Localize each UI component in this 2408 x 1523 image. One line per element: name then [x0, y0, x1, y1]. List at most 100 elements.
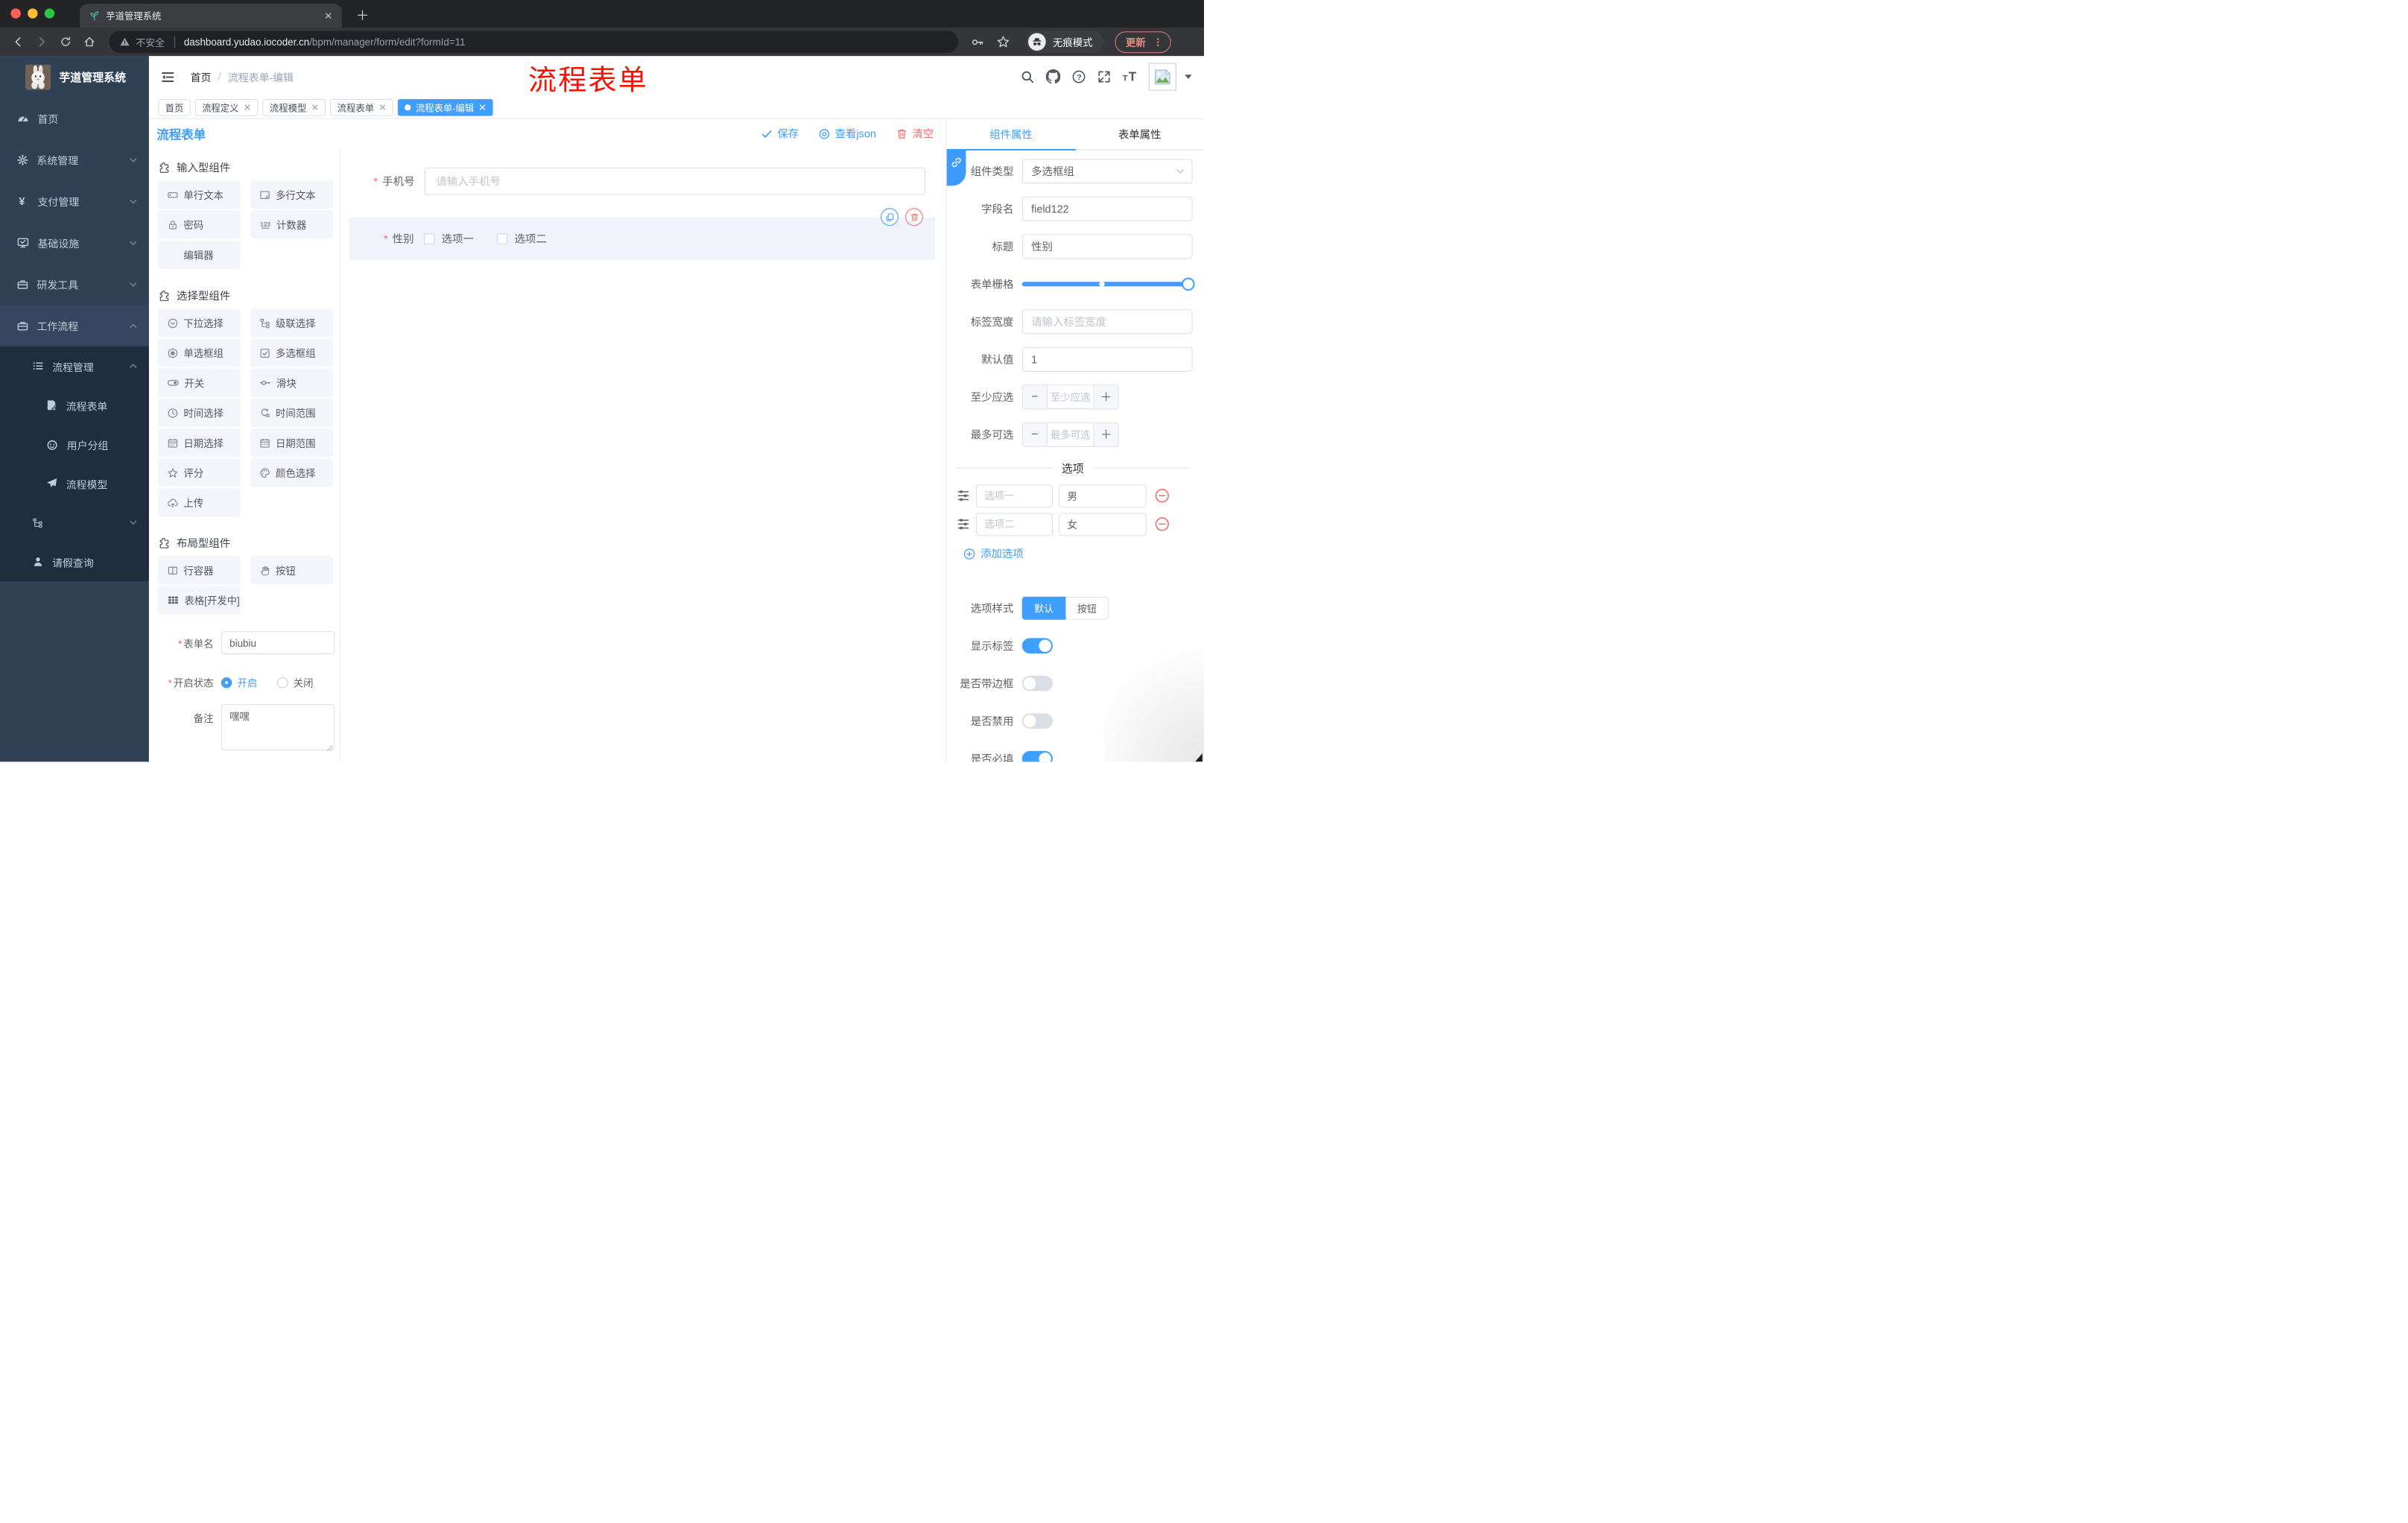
chip-date[interactable]: 日期选择 — [158, 428, 241, 457]
browser-tab[interactable]: 芋道管理系统 ✕ — [80, 4, 342, 28]
tag-process-definition[interactable]: 流程定义 ✕ — [194, 98, 259, 116]
tab-close-icon[interactable]: ✕ — [324, 10, 332, 22]
tag-process-model[interactable]: 流程模型 ✕ — [262, 98, 326, 116]
checkbox[interactable] — [496, 232, 508, 244]
tab-component-props[interactable]: 组件属性 — [946, 119, 1076, 151]
update-button[interactable]: 更新 — [1115, 31, 1171, 53]
sidebar-item-home[interactable]: 首页 — [0, 98, 149, 139]
chip-multi-text[interactable]: 多行文本 — [250, 180, 334, 209]
chip-row-container[interactable]: 行容器 — [158, 556, 241, 585]
sidebar-item-workflow[interactable]: 工作流程 — [0, 305, 149, 346]
form-remark-textarea[interactable]: 嘿嘿 — [221, 704, 335, 750]
sidebar-item-devtools[interactable]: 研发工具 — [0, 263, 149, 305]
status-on-radio[interactable]: 开启 — [221, 675, 257, 690]
font-size-icon[interactable] — [1123, 69, 1138, 84]
chip-counter[interactable]: 计数器 — [250, 210, 334, 239]
slider-thumb[interactable] — [1182, 277, 1195, 291]
label-width-input[interactable] — [1021, 308, 1193, 334]
chip-cascade[interactable]: 级联选择 — [250, 308, 334, 338]
decrease-button[interactable]: − — [1022, 384, 1047, 408]
sidebar-item-infra[interactable]: 基础设施 — [0, 222, 149, 264]
sidebar-item-payment[interactable]: 支付管理 — [0, 180, 149, 222]
new-tab-button[interactable]: ＋ — [353, 4, 372, 23]
window-controls[interactable] — [10, 8, 55, 19]
help-icon[interactable] — [1072, 69, 1086, 83]
gender-option-1-checkbox[interactable]: 选项一 — [423, 231, 474, 247]
chip-upload[interactable]: 上传 — [158, 488, 241, 517]
github-icon[interactable] — [1046, 69, 1061, 84]
close-icon[interactable]: ✕ — [478, 103, 486, 112]
maximize-window-button[interactable] — [44, 8, 55, 19]
home-button[interactable] — [79, 32, 99, 52]
increase-button[interactable]: ＋ — [1094, 422, 1118, 446]
chip-select[interactable]: 下拉选择 — [158, 308, 241, 338]
chip-single-text[interactable]: 单行文本 — [158, 180, 241, 209]
fullscreen-icon[interactable] — [1097, 69, 1112, 83]
add-option-button[interactable]: 添加选项 — [953, 540, 1193, 568]
gender-option-2-checkbox[interactable]: 选项二 — [496, 231, 547, 247]
decrease-button[interactable]: − — [1022, 422, 1047, 446]
required-toggle[interactable] — [1021, 750, 1053, 762]
sidebar-item-process-form[interactable]: 流程表单 — [0, 385, 149, 425]
tag-home[interactable]: 首页 — [158, 98, 191, 116]
remove-option-button[interactable] — [1155, 517, 1170, 532]
style-default-button[interactable]: 默认 — [1021, 596, 1066, 620]
breadcrumb-home[interactable]: 首页 — [191, 69, 212, 84]
form-canvas[interactable]: * 手机号 * 性别 选项一 — [340, 148, 946, 762]
chip-checkbox-group[interactable]: 多选框组 — [250, 338, 334, 367]
default-value-input[interactable] — [1021, 346, 1193, 372]
view-json-button[interactable]: 查看json — [819, 126, 876, 142]
password-key-icon[interactable] — [972, 36, 983, 48]
status-off-radio[interactable]: 关闭 — [277, 675, 314, 690]
form-grid-slider[interactable] — [1021, 277, 1195, 291]
close-window-button[interactable] — [10, 8, 21, 19]
checkbox[interactable] — [423, 232, 435, 244]
copy-component-button[interactable] — [881, 208, 899, 226]
address-bar[interactable]: 不安全 dashboard.yudao.iocoder.cn/bpm/manag… — [109, 31, 959, 54]
tab-form-props[interactable]: 表单属性 — [1075, 119, 1204, 149]
close-icon[interactable]: ✕ — [311, 103, 319, 112]
chip-button[interactable]: 按钮 — [250, 556, 334, 585]
remove-option-button[interactable] — [1155, 488, 1170, 503]
option-1-label-input[interactable] — [975, 484, 1053, 507]
border-toggle[interactable] — [1021, 675, 1053, 691]
increase-button[interactable]: ＋ — [1094, 384, 1118, 408]
chip-table[interactable]: 表格[开发中] — [158, 586, 241, 615]
sidebar-item-user-group[interactable]: 用户分组 — [0, 425, 149, 464]
tag-process-form-edit[interactable]: 流程表单-编辑 ✕ — [398, 98, 493, 116]
browser-menu-icon[interactable] — [1153, 37, 1163, 47]
phone-input[interactable] — [424, 167, 925, 195]
max-select-value[interactable]: 最多可选 — [1046, 422, 1094, 446]
title-input[interactable] — [1021, 233, 1193, 259]
clear-button[interactable]: 清空 — [896, 126, 934, 142]
chip-radio-group[interactable]: 单选框组 — [158, 338, 241, 367]
back-button[interactable] — [7, 32, 28, 52]
max-select-stepper[interactable]: − 最多可选 ＋ — [1021, 422, 1119, 447]
chip-password[interactable]: 密码 — [158, 210, 241, 239]
chip-time[interactable]: 时间选择 — [158, 398, 241, 428]
chip-date-range[interactable]: 日期范围 — [250, 428, 334, 457]
min-select-stepper[interactable]: − 至少应选 ＋ — [1021, 384, 1119, 409]
save-button[interactable]: 保存 — [761, 126, 799, 142]
sidebar-item-process-model[interactable]: 流程模型 — [0, 463, 149, 503]
option-2-value-input[interactable] — [1059, 512, 1147, 536]
sidebar-item-task-mgmt[interactable] — [0, 503, 149, 542]
form-name-input[interactable] — [221, 631, 335, 655]
phone-field-row[interactable]: * 手机号 — [340, 167, 925, 195]
style-button-button[interactable]: 按钮 — [1065, 596, 1109, 620]
close-icon[interactable]: ✕ — [244, 103, 251, 112]
reload-button[interactable] — [55, 32, 75, 52]
avatar-caret-icon[interactable] — [1185, 74, 1191, 78]
drag-handle-icon[interactable] — [957, 489, 970, 502]
min-select-value[interactable]: 至少应选 — [1046, 384, 1094, 408]
chip-switch[interactable]: 开关 — [158, 368, 241, 397]
option-1-value-input[interactable] — [1059, 484, 1147, 507]
disabled-toggle[interactable] — [1021, 712, 1053, 729]
sidebar-item-process-mgmt[interactable]: 流程管理 — [0, 346, 149, 386]
selected-component-gender[interactable]: * 性别 选项一 选项二 — [349, 208, 936, 260]
close-icon[interactable]: ✕ — [378, 103, 386, 112]
component-type-select[interactable] — [1021, 158, 1193, 183]
resize-grip[interactable] — [326, 744, 333, 751]
avatar[interactable] — [1148, 62, 1176, 91]
chip-time-range[interactable]: 时间范围 — [250, 398, 334, 428]
